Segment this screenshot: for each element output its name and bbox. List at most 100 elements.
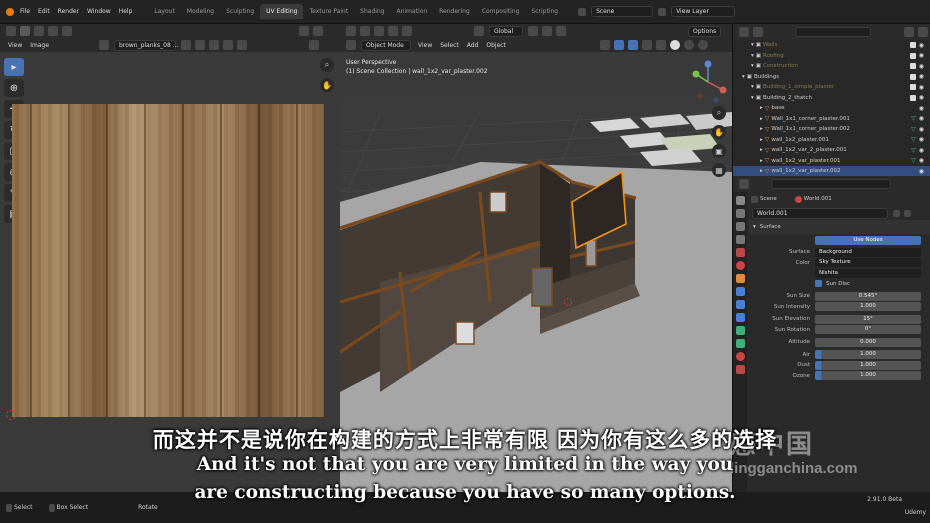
visibility-eye-icon[interactable]: ◉	[919, 136, 924, 143]
outliner-filter-icon[interactable]	[904, 27, 915, 37]
output-tab-icon[interactable]	[735, 222, 745, 231]
viewport-menu-add[interactable]: Add	[467, 42, 479, 49]
outliner-search-input[interactable]	[794, 27, 872, 37]
modifier-icon[interactable]: ▽	[911, 136, 916, 143]
viewport-mode-icon-3[interactable]	[402, 26, 412, 36]
options-dropdown[interactable]: Options	[688, 25, 722, 37]
exclude-checkbox[interactable]	[909, 84, 916, 91]
camera-view-icon[interactable]: ▣	[712, 144, 726, 158]
expand-arrow-icon[interactable]: ▾	[751, 95, 754, 101]
image-new-icon[interactable]	[195, 40, 206, 50]
world-tab-icon[interactable]	[735, 261, 745, 270]
outliner-display-mode-icon[interactable]	[752, 27, 763, 37]
select-mode-icon[interactable]	[20, 26, 30, 36]
outliner-item[interactable]: ▾ ▣ Roofing ◉	[733, 51, 930, 62]
tool-tab-icon[interactable]	[735, 196, 745, 205]
outliner-item[interactable]: ▾ ▣ Buildings ◉	[733, 72, 930, 83]
outliner-item[interactable]: ▸ ▽ wall_1x2_plaster.001 ▽ ◉	[733, 135, 930, 146]
pin-icon[interactable]	[237, 40, 248, 50]
property-value-field[interactable]: 1.000	[815, 302, 921, 312]
material-tab-icon[interactable]	[735, 352, 745, 361]
modifier-icon[interactable]: ▽	[911, 126, 916, 133]
shading-rendered-icon[interactable]	[697, 40, 708, 50]
expand-arrow-icon[interactable]: ▾	[751, 42, 754, 48]
expand-arrow-icon[interactable]: ▸	[760, 137, 763, 143]
outliner-item[interactable]: ▸ ▽ wall_1x2_var_plaster.001 ▽ ◉	[733, 156, 930, 167]
menu-window[interactable]: Window	[87, 8, 111, 15]
object-mode-select[interactable]: Object Mode	[361, 39, 411, 51]
display-channels-icon[interactable]	[309, 40, 320, 50]
property-value-field[interactable]: Nishita	[815, 268, 921, 278]
uv-sync-icon[interactable]	[299, 26, 309, 36]
property-value-field[interactable]: 0.000	[815, 337, 921, 347]
exclude-checkbox[interactable]	[909, 42, 916, 49]
tab-rendering[interactable]: Rendering	[433, 4, 476, 19]
expand-arrow-icon[interactable]: ▸	[760, 126, 763, 132]
navigation-gizmo[interactable]	[688, 60, 728, 104]
exclude-checkbox[interactable]	[909, 94, 916, 101]
exclude-checkbox[interactable]	[909, 73, 916, 80]
outliner-item[interactable]: ▸ ▽ base ◉	[733, 103, 930, 114]
property-value-field[interactable]: 1.000	[815, 371, 921, 381]
property-value-field[interactable]: 1.000	[815, 350, 921, 360]
viewport-select-box-icon[interactable]	[360, 26, 370, 36]
expand-arrow-icon[interactable]: ▸	[760, 105, 763, 111]
image-name-field[interactable]: brown_planks_08 ...	[114, 39, 178, 51]
image-browse-icon[interactable]	[99, 40, 110, 50]
visibility-eye-icon[interactable]: ◉	[919, 126, 924, 133]
viewport-menu-object[interactable]: Object	[486, 42, 506, 49]
cursor-tool-icon[interactable]: ⊕	[4, 79, 24, 97]
image-open-icon[interactable]	[209, 40, 220, 50]
properties-editor-icon[interactable]	[739, 179, 749, 189]
outliner-item[interactable]: ▸ ▽ Wall_1x1_corner_plaster.002 ▽ ◉	[733, 124, 930, 135]
visibility-eye-icon[interactable]: ◉	[919, 73, 924, 80]
view-layer-selector[interactable]: View Layer	[671, 6, 736, 17]
visibility-eye-icon[interactable]: ◉	[919, 168, 924, 175]
snap-icon[interactable]	[528, 26, 538, 36]
viewport-editor-icon[interactable]	[346, 40, 356, 50]
surface-panel-header[interactable]: ▾ Surface	[749, 220, 930, 234]
expand-arrow-icon[interactable]: ▾	[742, 74, 745, 80]
tab-layout[interactable]: Layout	[148, 4, 180, 19]
editor-type-icon[interactable]	[6, 26, 16, 36]
tab-shading[interactable]: Shading	[354, 4, 390, 19]
visibility-eye-icon[interactable]: ◉	[919, 157, 924, 164]
constraints-tab-icon[interactable]	[735, 326, 745, 335]
outliner-editor-icon[interactable]	[739, 27, 749, 37]
visibility-eye-icon[interactable]: ◉	[919, 94, 924, 101]
properties-search-input[interactable]	[771, 179, 891, 189]
property-value-field[interactable]: 0.545°	[815, 291, 921, 301]
expand-arrow-icon[interactable]: ▾	[751, 53, 754, 59]
property-value-field[interactable]: Sky Texture	[815, 258, 921, 268]
expand-arrow-icon[interactable]: ▸	[760, 116, 763, 122]
tab-sculpting[interactable]: Sculpting	[220, 4, 260, 19]
world-duplicate-icon[interactable]	[893, 209, 900, 217]
uv-menu-view[interactable]: View	[8, 42, 22, 49]
physics-tab-icon[interactable]	[735, 313, 745, 322]
expand-arrow-icon[interactable]: ▾	[751, 63, 754, 69]
visibility-eye-icon[interactable]: ◉	[919, 42, 924, 49]
shading-wire-icon[interactable]	[655, 40, 666, 50]
outliner-item[interactable]: ▸ ▽ Wall_1x1_corner_plaster.001 ▽ ◉	[733, 114, 930, 125]
zoom-icon[interactable]: ⌕	[320, 58, 334, 72]
visibility-eye-icon[interactable]: ◉	[919, 115, 924, 122]
transform-pivot-icon[interactable]	[474, 26, 484, 36]
snap-target-icon[interactable]	[542, 26, 552, 36]
uv-snap-icon[interactable]	[313, 26, 323, 36]
shading-material-icon[interactable]	[683, 40, 694, 50]
viewport-mode-icon-2[interactable]	[388, 26, 398, 36]
exclude-checkbox[interactable]	[909, 63, 916, 70]
property-value-field[interactable]: 1.000	[815, 360, 921, 370]
gizmo-toggle-icon[interactable]	[613, 40, 624, 50]
outliner-item[interactable]: ▾ ▣ Walls ◉	[733, 40, 930, 51]
tab-modeling[interactable]: Modeling	[181, 4, 220, 19]
property-value-field[interactable]: 15°	[815, 314, 921, 324]
viewport-menu-select[interactable]: Select	[440, 42, 459, 49]
outliner-item[interactable]: ▾ ▣ Building_1_simple_plaster ◉	[733, 82, 930, 93]
outliner-item[interactable]: ▾ ▣ Building_2_thatch ◉	[733, 93, 930, 104]
menu-edit[interactable]: Edit	[38, 8, 50, 15]
tab-compositing[interactable]: Compositing	[476, 4, 526, 19]
expand-arrow-icon[interactable]: ▸	[760, 158, 763, 164]
xray-icon[interactable]	[641, 40, 652, 50]
scene-tab-icon[interactable]	[735, 248, 745, 257]
